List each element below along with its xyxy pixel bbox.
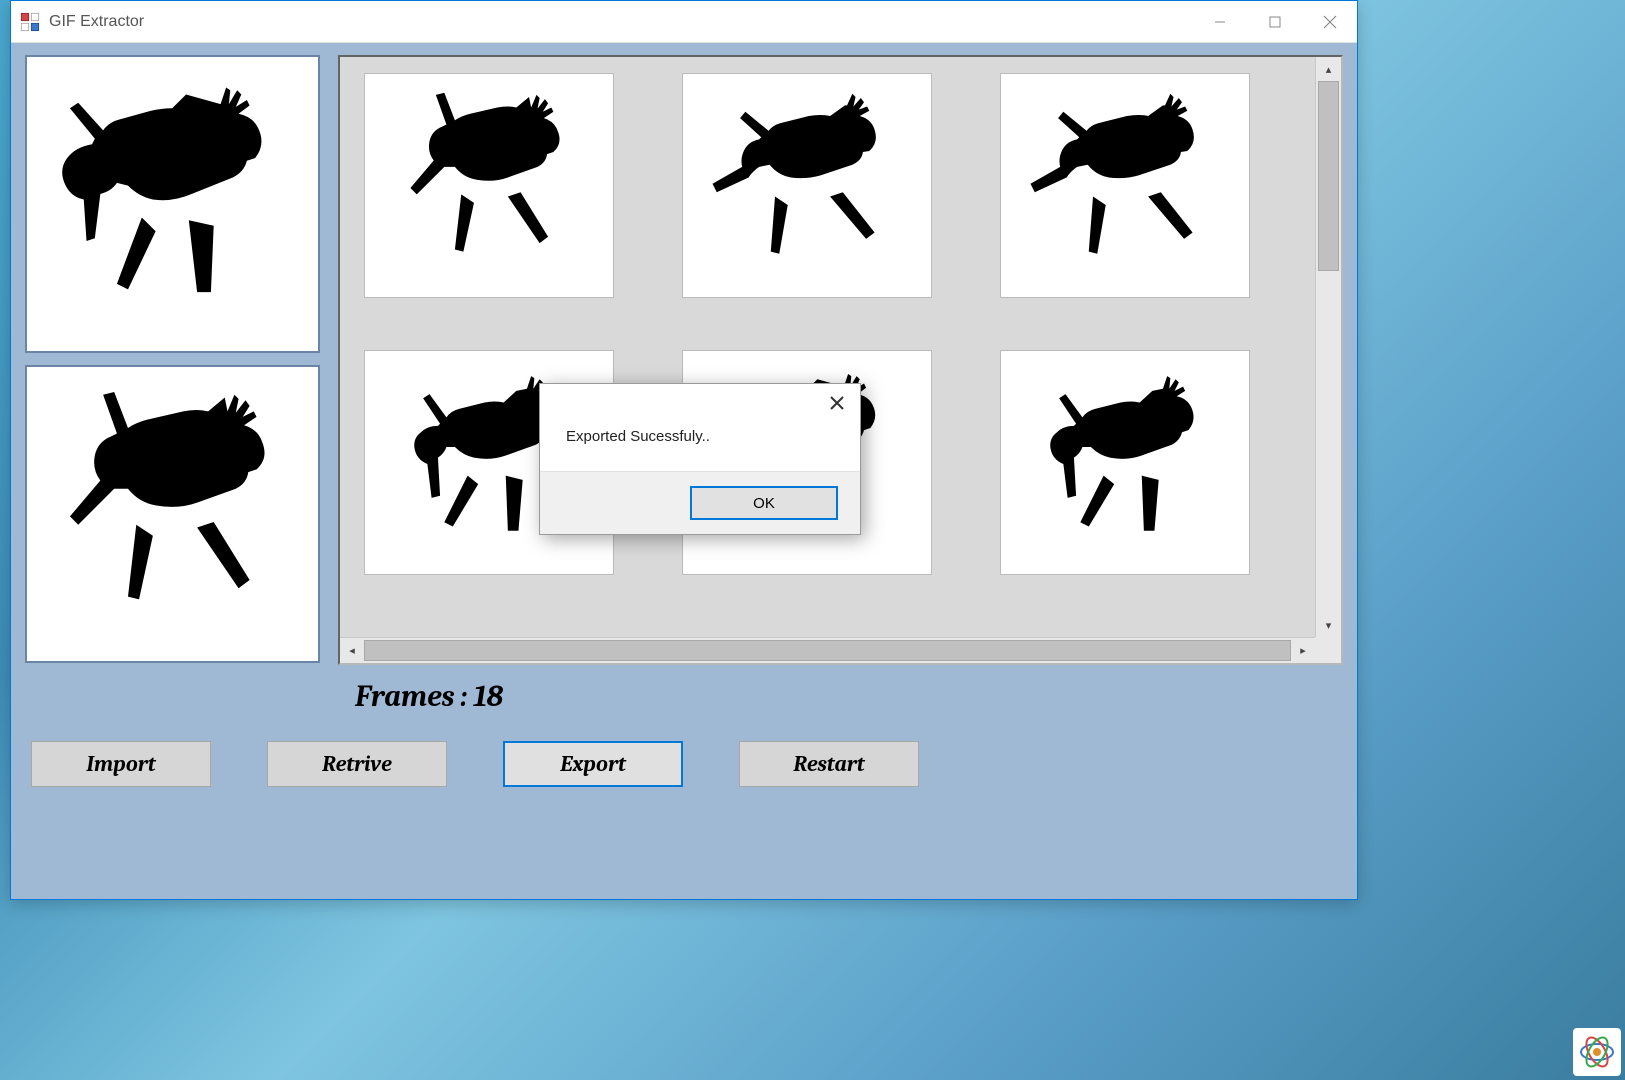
export-success-dialog: Exported Sucessfuly.. OK — [539, 383, 861, 535]
window-title: GIF Extractor — [43, 1, 1192, 42]
restart-button[interactable]: Restart — [739, 741, 919, 787]
tray-logo-icon[interactable] — [1573, 1028, 1621, 1076]
scroll-down-icon[interactable]: ▾ — [1316, 613, 1341, 637]
vscroll-thumb[interactable] — [1318, 81, 1339, 271]
preview-column — [25, 55, 320, 665]
preview-bottom — [25, 365, 320, 663]
scroll-corner — [1315, 637, 1341, 663]
frame-thumb[interactable] — [682, 73, 932, 298]
frame-thumb[interactable] — [364, 73, 614, 298]
retrive-button[interactable]: Retrive — [267, 741, 447, 787]
dialog-footer: OK — [540, 471, 860, 534]
vscroll-track[interactable] — [1316, 81, 1341, 613]
client-area: ▴ ▾ ◂ ▸ Frames : 18 Import R — [11, 43, 1357, 899]
scroll-left-icon[interactable]: ◂ — [340, 638, 364, 663]
app-icon — [11, 1, 43, 42]
frame-thumb[interactable] — [1000, 350, 1250, 575]
export-button[interactable]: Export — [503, 741, 683, 787]
dialog-ok-button[interactable]: OK — [690, 486, 838, 520]
dialog-titlebar[interactable] — [540, 384, 860, 428]
maximize-button[interactable] — [1247, 1, 1302, 42]
dialog-close-button[interactable] — [824, 390, 850, 416]
button-row: Import Retrive Export Restart — [25, 725, 1343, 793]
frames-gallery[interactable]: ▴ ▾ ◂ ▸ — [338, 55, 1343, 665]
minimize-button[interactable] — [1192, 1, 1247, 42]
close-button[interactable] — [1302, 1, 1357, 42]
hscroll-track[interactable] — [364, 638, 1291, 663]
hscroll-thumb[interactable] — [364, 640, 1291, 661]
dialog-message: Exported Sucessfuly.. — [540, 428, 860, 471]
vertical-scrollbar[interactable]: ▴ ▾ — [1315, 57, 1341, 637]
import-button[interactable]: Import — [31, 741, 211, 787]
horizontal-scrollbar[interactable]: ◂ ▸ — [340, 637, 1315, 663]
scroll-up-icon[interactable]: ▴ — [1316, 57, 1341, 81]
frames-count-label: Frames : 18 — [25, 675, 1343, 715]
main-window: GIF Extractor — [10, 0, 1358, 900]
gallery-content — [340, 57, 1315, 637]
titlebar[interactable]: GIF Extractor — [11, 1, 1357, 43]
preview-top — [25, 55, 320, 353]
window-controls — [1192, 1, 1357, 42]
main-row: ▴ ▾ ◂ ▸ — [25, 55, 1343, 665]
scroll-right-icon[interactable]: ▸ — [1291, 638, 1315, 663]
frame-thumb[interactable] — [1000, 73, 1250, 298]
